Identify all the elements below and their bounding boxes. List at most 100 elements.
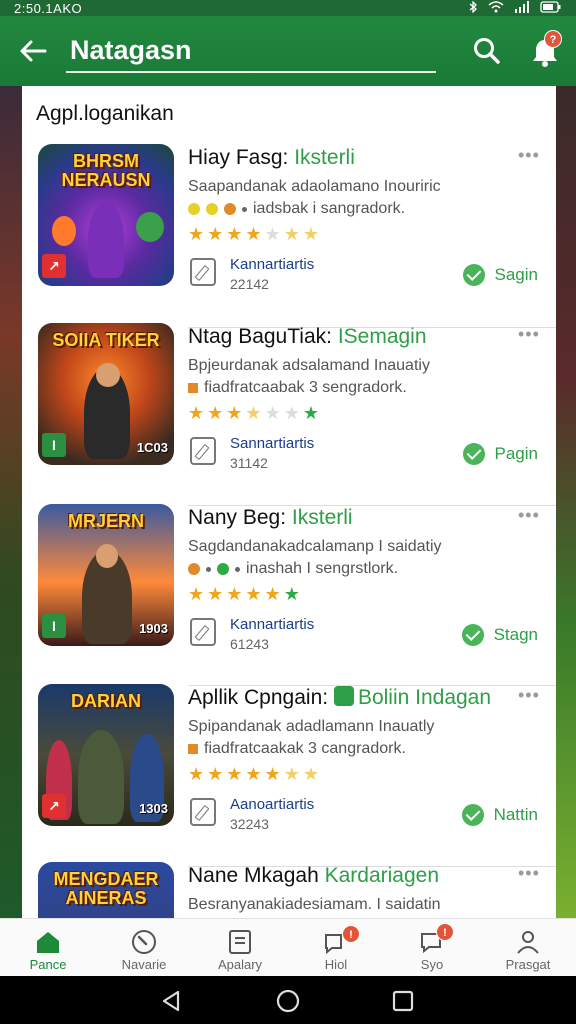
bottom-navigation: Pance Navarie Apalary ! Hiol ! Syo Prasg… bbox=[0, 918, 576, 976]
notifications-button[interactable]: ? bbox=[530, 30, 566, 70]
meta-text: inashah I sengrstlork. bbox=[246, 560, 399, 577]
publisher-logo: I bbox=[42, 433, 66, 457]
publisher-logo: I bbox=[42, 614, 66, 638]
app-bar: Natagasn ? bbox=[0, 16, 576, 86]
status-bar: 2:50.1AKO bbox=[0, 0, 576, 16]
nav-badge-icon: ! bbox=[436, 923, 454, 941]
nav-item-home[interactable]: Pance bbox=[0, 919, 96, 976]
check-icon bbox=[462, 443, 485, 465]
app-description: Spipandanak adadlamann Inauatly bbox=[188, 718, 435, 735]
thumbnail-title: BHRSM NERAUSN bbox=[61, 151, 151, 190]
publisher-logo: ↗ bbox=[42, 254, 66, 278]
developer-name: Sannartiartis bbox=[230, 435, 315, 452]
app-name: Apllik Cpngain: Boliin Indagan bbox=[188, 686, 491, 710]
nav-item-hiol[interactable]: ! Hiol bbox=[288, 919, 384, 976]
app-list-panel: Agpl.loganikan BHRSM NERAUSN ↗ Hiay Fasg… bbox=[22, 86, 556, 918]
app-tag: Kardariagen bbox=[324, 864, 440, 887]
nav-label: Pance bbox=[29, 957, 67, 972]
back-button[interactable] bbox=[0, 16, 66, 86]
battery-icon bbox=[540, 0, 562, 16]
nav-label: Syo bbox=[420, 957, 444, 972]
app-meta: fiadfratcaakak 3 cangradork. bbox=[188, 740, 406, 758]
status-dot bbox=[224, 203, 236, 215]
search-button[interactable] bbox=[470, 34, 504, 68]
title-field[interactable]: Natagasn bbox=[66, 29, 436, 73]
separator-dot bbox=[235, 566, 240, 572]
edit-icon[interactable] bbox=[190, 437, 216, 465]
edit-icon[interactable] bbox=[190, 258, 216, 286]
app-name-text: Hiay Fasg: bbox=[188, 146, 289, 169]
app-description: Sagdandanakadcalamanp I saidatiy bbox=[188, 538, 442, 555]
nav-label: Hiol bbox=[324, 957, 348, 972]
list-item[interactable]: BHRSM NERAUSN ↗ Hiay Fasg: Iksterli ••• … bbox=[22, 144, 556, 328]
install-button[interactable]: Pagin bbox=[462, 443, 538, 465]
arrow-left-icon bbox=[20, 40, 47, 62]
system-home-icon[interactable] bbox=[276, 989, 300, 1013]
app-thumbnail[interactable]: MRJERN I 1903 bbox=[38, 504, 174, 646]
app-thumbnail[interactable]: MENGDAER AINERAS bbox=[38, 862, 174, 918]
nav-item-prasgat[interactable]: Prasgat bbox=[480, 919, 576, 976]
nav-item-navarie[interactable]: Navarie bbox=[96, 919, 192, 976]
meta-text: fiadfratcaakak 3 cangradork. bbox=[204, 740, 406, 757]
download-count: 22142 bbox=[230, 276, 269, 292]
star-rating: ★★★★★★ bbox=[188, 584, 303, 604]
separator-dot bbox=[242, 206, 247, 212]
edit-icon[interactable] bbox=[190, 618, 216, 646]
install-button[interactable]: Stagn bbox=[461, 624, 538, 646]
edit-icon[interactable] bbox=[190, 798, 216, 826]
character-figure bbox=[88, 202, 124, 278]
app-tag: Boliin Indagan bbox=[357, 686, 492, 709]
list-item[interactable]: DARIAN ↗ 1303 Apllik Cpngain: Boliin Ind… bbox=[22, 684, 556, 867]
app-thumbnail[interactable]: SOIIA TIKER I 1C03 bbox=[38, 323, 174, 465]
list-item[interactable]: SOIIA TIKER I 1C03 Ntag BaguTiak: ISemag… bbox=[22, 323, 556, 506]
section-title: Agpl.loganikan bbox=[36, 102, 174, 125]
character-figure bbox=[78, 730, 124, 824]
status-dot bbox=[188, 563, 200, 575]
app-tag: ISemagin bbox=[337, 325, 427, 348]
app-name-text: Ntag BaguTiak: bbox=[188, 325, 332, 348]
list-item[interactable]: MRJERN I 1903 Nany Beg: Iksterli ••• Sag… bbox=[22, 504, 556, 686]
install-button[interactable]: Sagin bbox=[462, 264, 538, 286]
person-icon bbox=[517, 931, 539, 954]
background-art-left bbox=[0, 86, 22, 918]
nav-label: Apalary bbox=[217, 957, 263, 972]
system-back-icon[interactable] bbox=[160, 989, 182, 1013]
home-icon bbox=[37, 932, 59, 953]
more-options-icon[interactable]: ••• bbox=[518, 325, 540, 343]
list-item[interactable]: MENGDAER AINERAS Nane Mkagah Kardariagen… bbox=[22, 862, 556, 918]
app-name: Ntag BaguTiak: ISemagin bbox=[188, 325, 427, 349]
star-rating: ★★★★★★★ bbox=[188, 403, 322, 423]
status-square bbox=[188, 744, 198, 754]
notification-badge: ? bbox=[544, 30, 562, 48]
shield-icon bbox=[333, 686, 354, 706]
app-name-text: Nany Beg: bbox=[188, 506, 287, 529]
thumbnail-title: DARIAN bbox=[71, 691, 141, 711]
wifi-icon bbox=[488, 0, 504, 16]
install-label: Stagn bbox=[493, 625, 538, 644]
app-name-text: Apllik Cpngain: bbox=[188, 686, 329, 709]
developer-name: Kannartiartis bbox=[230, 256, 315, 273]
more-options-icon[interactable]: ••• bbox=[518, 864, 540, 882]
star-rating: ★★★★★★★ bbox=[188, 764, 322, 784]
app-bar-title: Natagasn bbox=[70, 34, 192, 65]
more-options-icon[interactable]: ••• bbox=[518, 686, 540, 704]
thumbnail-title: MENGDAER AINERAS bbox=[53, 869, 159, 908]
system-recents-icon[interactable] bbox=[392, 990, 414, 1012]
status-dot bbox=[217, 563, 229, 575]
more-options-icon[interactable]: ••• bbox=[518, 506, 540, 524]
app-thumbnail[interactable]: BHRSM NERAUSN ↗ bbox=[38, 144, 174, 286]
nav-item-syo[interactable]: ! Syo bbox=[384, 919, 480, 976]
app-meta: inashah I sengrstlork. bbox=[188, 560, 398, 578]
thumbnail-title: MRJERN bbox=[67, 511, 144, 531]
meta-text: iadsbak i sangradork. bbox=[253, 200, 406, 217]
app-thumbnail[interactable]: DARIAN ↗ 1303 bbox=[38, 684, 174, 826]
app-name: Nany Beg: Iksterli bbox=[188, 506, 353, 530]
app-name-text: Nane Mkagah bbox=[188, 864, 319, 887]
character-figure bbox=[96, 363, 120, 387]
app-meta: iadsbak i sangradork. bbox=[188, 200, 405, 218]
nav-item-apalary[interactable]: Apalary bbox=[192, 919, 288, 976]
install-button[interactable]: Nattin bbox=[461, 804, 538, 826]
status-dot bbox=[188, 203, 200, 215]
nav-badge-icon: ! bbox=[342, 925, 360, 943]
more-options-icon[interactable]: ••• bbox=[518, 146, 540, 164]
